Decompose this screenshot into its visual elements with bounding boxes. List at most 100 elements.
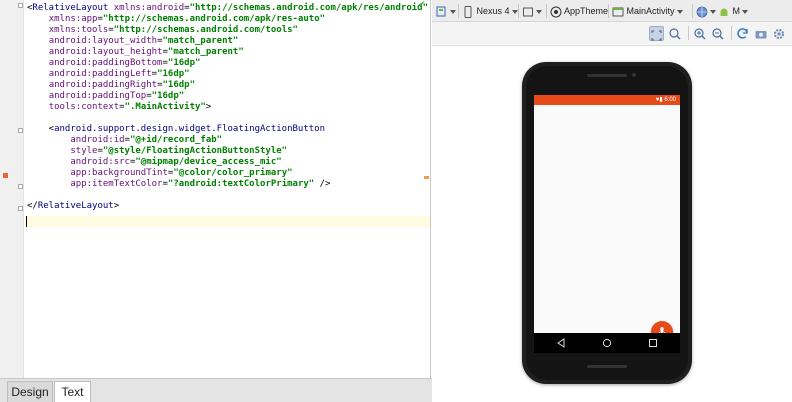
recents-icon[interactable] [648, 338, 658, 348]
code-token: android.support.design.widget.FloatingAc… [54, 124, 326, 134]
chevron-down-icon [710, 9, 716, 14]
gear-icon [773, 28, 785, 40]
editor-mode-tabs: Design Text [0, 378, 432, 402]
zoom-in-button[interactable] [693, 26, 708, 41]
code-token: "16dp" [157, 69, 190, 79]
chevron-down-icon [676, 9, 683, 14]
fold-marker[interactable] [18, 3, 23, 8]
settings-button[interactable] [772, 26, 787, 41]
code-token: "16dp" [162, 80, 195, 90]
refresh-button[interactable] [736, 26, 751, 41]
code-token: > [205, 102, 212, 112]
code-token: xmlns:android [113, 3, 185, 13]
code-token: app:backgroundTint [70, 168, 168, 178]
code-area[interactable]: <RelativeLayout xmlns:android="http://sc… [25, 0, 430, 378]
code-line[interactable]: android:paddingBottom="16dp" [27, 58, 201, 69]
code-line[interactable]: android:paddingTop="16dp" [27, 91, 184, 102]
code-line[interactable]: android:paddingRight="16dp" [27, 80, 195, 91]
code-token: </ [27, 201, 38, 211]
toolbar-separator [731, 26, 732, 40]
code-line[interactable]: <android.support.design.widget.FloatingA… [27, 124, 325, 135]
code-token: android:paddingLeft [48, 69, 152, 79]
fold-marker[interactable] [18, 128, 23, 133]
code-token: "@mipmap/device_access_mic" [135, 157, 282, 167]
code-line[interactable]: tools:context=".MainActivity"> [27, 102, 212, 113]
chevron-down-icon [450, 9, 456, 14]
zoom-actual-icon [669, 28, 681, 40]
globe-icon [696, 6, 708, 18]
earpiece [587, 74, 627, 77]
code-line[interactable]: android:layout_width="match_parent" [27, 36, 239, 47]
api-level-label: M [732, 6, 741, 16]
code-token: android:src [70, 157, 130, 167]
code-token: "match_parent" [162, 36, 239, 46]
code-line[interactable]: app:backgroundTint="@color/color_primary… [27, 168, 292, 179]
toolbar-separator [458, 4, 459, 18]
zoom-out-icon [712, 28, 724, 40]
render-options-button[interactable] [436, 3, 456, 19]
text-caret [26, 216, 27, 227]
code-line[interactable]: xmlns:tools="http://schemas.android.com/… [27, 25, 298, 36]
android-icon [720, 8, 728, 16]
tab-design[interactable]: Design [7, 381, 53, 402]
code-token: xmlns:app [48, 14, 98, 24]
device-selector[interactable]: Nexus 4 [462, 3, 518, 19]
code-line[interactable]: style="@style/FloatingActionButtonStyle" [27, 146, 287, 157]
rotate-icon [523, 7, 533, 17]
locale-selector[interactable] [696, 3, 716, 19]
layers-icon [436, 6, 446, 17]
code-line[interactable]: android:id="@+id/record_fab" [27, 135, 222, 146]
theme-selector[interactable]: AppTheme [550, 3, 608, 19]
code-token: "@style/FloatingActionButtonStyle" [102, 146, 288, 156]
zoom-to-fit-button[interactable] [649, 26, 664, 41]
code-line[interactable]: xmlns:app="http://schemas.android.com/ap… [27, 14, 325, 25]
navigation-bar [534, 333, 680, 353]
code-line[interactable]: </RelativeLayout> [27, 201, 119, 212]
code-token: android:layout_width [48, 36, 158, 46]
back-icon[interactable] [556, 338, 566, 348]
activity-selector[interactable]: MainActivity [612, 3, 683, 19]
code-line[interactable]: android:paddingLeft="16dp" [27, 69, 190, 80]
activity-label: MainActivity [626, 6, 675, 16]
theme-label: AppTheme [564, 6, 609, 16]
fold-marker[interactable] [18, 206, 23, 211]
orientation-selector[interactable] [522, 3, 542, 19]
xml-editor[interactable]: <RelativeLayout xmlns:android="http://sc… [0, 0, 431, 378]
editor-gutter[interactable] [0, 0, 24, 378]
code-token: xmlns:tools [48, 25, 109, 35]
fold-marker[interactable] [18, 184, 23, 189]
code-token: "match_parent" [167, 47, 244, 57]
code-line[interactable]: android:layout_height="match_parent" [27, 47, 244, 58]
screenshot-button[interactable] [754, 26, 769, 41]
code-line[interactable]: android:src="@mipmap/device_access_mic" [27, 157, 282, 168]
zoom-out-button[interactable] [711, 26, 726, 41]
code-token: android:paddingTop [48, 91, 147, 101]
zoom-actual-button[interactable] [668, 26, 683, 41]
home-icon[interactable] [602, 338, 612, 348]
code-line[interactable]: app:itemTextColor="?android:textColorPri… [27, 179, 330, 190]
code-token: RelativeLayout [37, 201, 114, 211]
code-line[interactable]: <RelativeLayout xmlns:android="http://sc… [27, 3, 428, 14]
code-token: "http://schemas.android.com/apk/res-auto… [102, 14, 326, 24]
device-screen[interactable]: ♥▮ 6:00 [534, 95, 680, 353]
toolbar-separator [546, 4, 547, 18]
api-level-selector[interactable]: M [718, 3, 749, 19]
code-token: ".MainActivity" [124, 102, 206, 112]
code-token: tools:context [48, 102, 120, 112]
chevron-down-icon [536, 9, 542, 14]
current-line-highlight [25, 216, 430, 227]
tab-text[interactable]: Text [54, 381, 91, 402]
error-stripe-mark[interactable] [424, 176, 429, 179]
code-token: > [113, 201, 120, 211]
chevron-down-icon [742, 9, 749, 14]
inspection-ok-icon: ✔ [418, 0, 426, 10]
code-token: < [27, 124, 55, 134]
